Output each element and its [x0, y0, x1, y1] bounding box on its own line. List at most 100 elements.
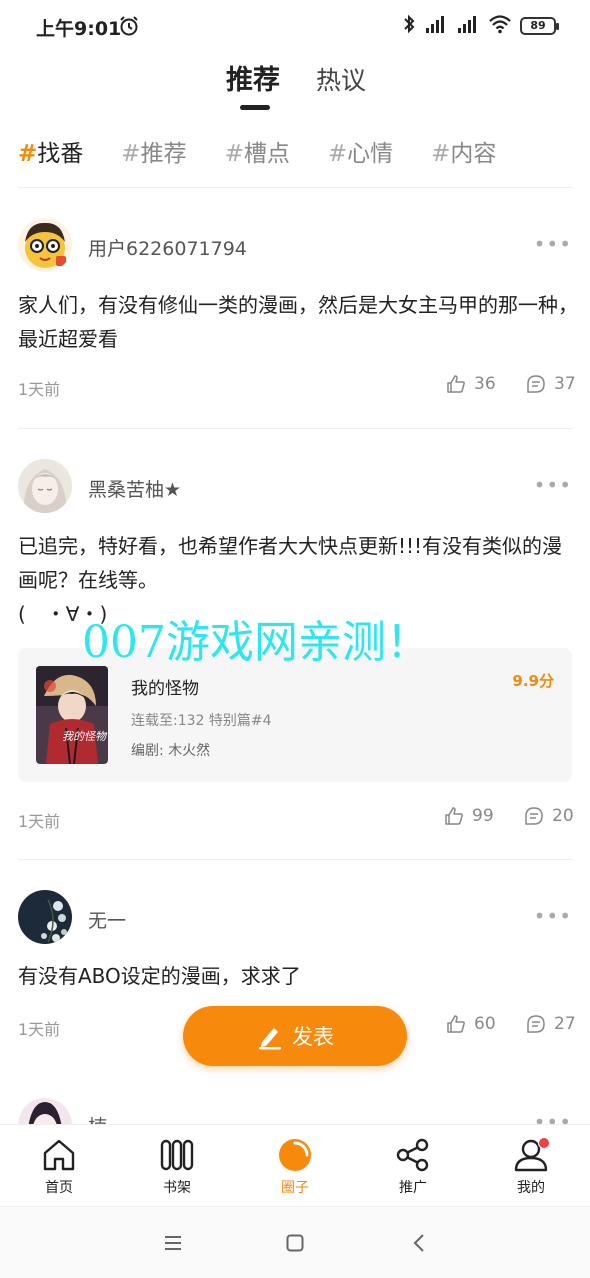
system-nav-bar — [0, 1206, 590, 1278]
bluetooth-icon — [402, 14, 416, 38]
post-card[interactable]: 用户6226071794 ••• 家人们，有没有修仙一类的漫画，然后是大女主马甲… — [0, 218, 590, 430]
topic-content[interactable]: #内容 — [431, 134, 496, 174]
comment-icon — [525, 807, 543, 825]
divider — [18, 187, 572, 188]
publish-label: 发表 — [292, 1025, 334, 1049]
like-button[interactable]: 99 — [444, 806, 494, 826]
like-button[interactable]: 36 — [446, 374, 496, 394]
nav-label: 圈子 — [281, 1180, 309, 1196]
topic-label: 心情 — [347, 141, 394, 167]
topic-recommend[interactable]: #推荐 — [121, 134, 186, 174]
home-button-icon[interactable] — [286, 1234, 304, 1252]
nav-promote[interactable]: 推广 — [354, 1125, 472, 1207]
comment-count: 37 — [554, 374, 576, 394]
alarm-icon — [118, 15, 140, 41]
hash-mark: # — [327, 141, 348, 167]
post-content[interactable]: 已追完，特好看，也希望作者大大快点更新!!!有没有类似的漫画呢？在线等。 — [18, 529, 578, 597]
thumbs-up-icon — [447, 375, 465, 393]
avatar[interactable] — [18, 890, 72, 944]
status-bar: 上午9:01 89 — [0, 0, 590, 54]
topic-mood[interactable]: #心情 — [328, 134, 393, 174]
signal-icon-2 — [456, 14, 480, 38]
username[interactable]: 楠 — [88, 1112, 107, 1124]
comic-author: 编剧: 木火然 — [131, 743, 211, 759]
status-indicators: 89 — [402, 14, 559, 38]
topic-find-anime[interactable]: #找番 — [18, 134, 83, 174]
like-count: 36 — [474, 374, 496, 394]
nav-profile[interactable]: 我的 — [472, 1125, 590, 1207]
bookshelf-icon — [160, 1139, 194, 1171]
hash-mark: # — [121, 141, 141, 167]
comic-cover[interactable]: 我的怪物 — [36, 666, 108, 764]
comment-count: 20 — [552, 806, 574, 826]
hash-mark: # — [18, 141, 38, 167]
hash-mark: # — [224, 141, 244, 167]
nav-label: 我的 — [517, 1180, 545, 1196]
tab-indicator — [240, 105, 270, 110]
tab-hot-discussion[interactable]: 热议 — [316, 61, 366, 97]
like-button[interactable]: 60 — [446, 1014, 496, 1034]
topic-chips: #找番 #推荐 #槽点 #心情 #内容 — [18, 134, 578, 174]
top-tabs: 推荐 热议 — [0, 58, 590, 118]
comic-score: 9.9分 — [512, 672, 554, 690]
post-time: 1天前 — [18, 812, 61, 831]
comic-cover-title: 我的怪物 — [62, 730, 106, 743]
more-options-icon[interactable]: ••• — [534, 1110, 572, 1124]
avatar[interactable] — [18, 459, 72, 513]
post-card[interactable]: 楠 ••• — [0, 1098, 590, 1124]
menu-icon[interactable] — [164, 1235, 182, 1251]
bottom-nav: 首页 书架 圈子 推广 我的 — [0, 1124, 590, 1206]
comment-icon — [527, 375, 545, 393]
post-time: 1天前 — [18, 1020, 61, 1039]
topic-label: 找番 — [37, 141, 84, 167]
username[interactable]: 用户6226071794 — [88, 234, 247, 261]
like-count: 99 — [472, 806, 494, 826]
comment-button[interactable]: 27 — [526, 1014, 576, 1034]
comment-count: 27 — [554, 1014, 576, 1034]
home-icon — [43, 1139, 75, 1171]
comment-button[interactable]: 20 — [524, 806, 574, 826]
nav-bookshelf[interactable]: 书架 — [118, 1125, 236, 1207]
thumbs-up-icon — [445, 807, 463, 825]
like-count: 60 — [474, 1014, 496, 1034]
more-options-icon[interactable]: ••• — [534, 904, 572, 928]
status-time: 上午9:01 — [36, 18, 122, 40]
comic-title[interactable]: 我的怪物 — [131, 674, 199, 699]
topic-complaints[interactable]: #槽点 — [225, 134, 290, 174]
divider — [18, 859, 572, 860]
hash-mark: # — [431, 141, 451, 167]
username[interactable]: 黑桑苦柚★ — [88, 475, 181, 502]
battery-indicator: 89 — [520, 17, 559, 35]
nav-home[interactable]: 首页 — [0, 1125, 118, 1207]
nav-circle[interactable]: 圈子 — [236, 1125, 354, 1207]
nav-label: 推广 — [399, 1180, 427, 1196]
divider — [18, 428, 572, 429]
avatar[interactable] — [18, 1098, 72, 1124]
wifi-icon — [488, 14, 512, 38]
nav-label: 书架 — [163, 1180, 191, 1196]
avatar[interactable] — [18, 218, 72, 272]
post-content[interactable]: 有没有ABO设定的漫画，求求了 — [18, 959, 578, 993]
circle-icon — [279, 1139, 311, 1171]
comment-button[interactable]: 37 — [526, 374, 576, 394]
topic-label: 内容 — [450, 141, 497, 167]
tab-recommend[interactable]: 推荐 — [226, 58, 280, 97]
more-options-icon[interactable]: ••• — [534, 232, 572, 256]
notification-badge — [538, 1137, 550, 1149]
thumbs-up-icon — [447, 1015, 465, 1033]
share-icon — [396, 1138, 429, 1172]
comic-chapter: 连载至:132 特别篇#4 — [131, 713, 272, 729]
publish-button[interactable]: 发表 — [183, 1006, 407, 1066]
username[interactable]: 无一 — [88, 906, 126, 933]
post-time: 1天前 — [18, 380, 61, 399]
topic-label: 槽点 — [243, 141, 290, 167]
nav-label: 首页 — [45, 1180, 73, 1196]
topic-label: 推荐 — [140, 141, 187, 167]
signal-icon — [424, 14, 448, 38]
back-icon[interactable] — [412, 1233, 426, 1253]
pen-icon — [259, 1028, 281, 1050]
comment-icon — [527, 1015, 545, 1033]
watermark: 007游戏网亲测！ — [82, 617, 430, 668]
more-options-icon[interactable]: ••• — [534, 473, 572, 497]
post-content[interactable]: 家人们，有没有修仙一类的漫画，然后是大女主马甲的那一种，最近超爱看 — [18, 288, 578, 356]
